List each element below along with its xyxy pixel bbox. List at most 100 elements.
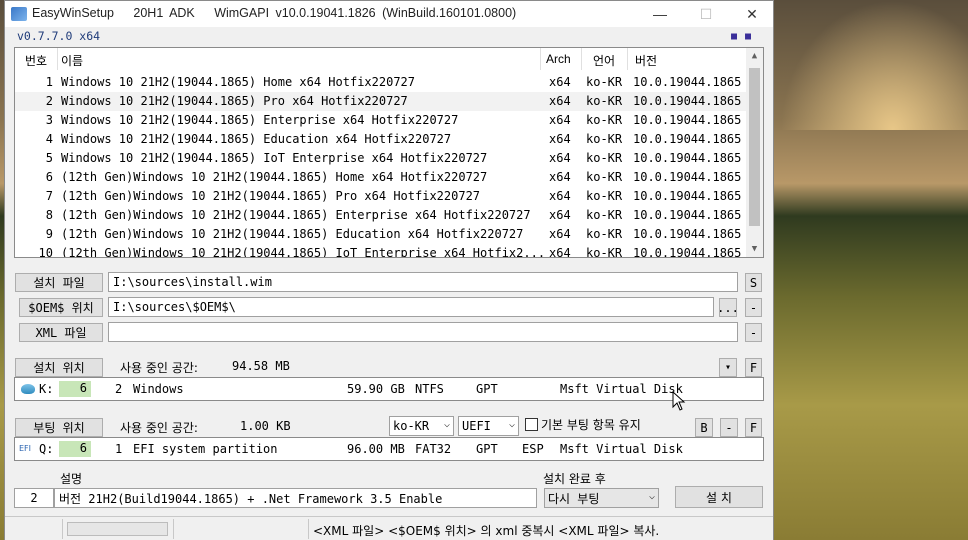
row-language: ko-KR	[586, 151, 623, 165]
header-lang[interactable]: 언어	[593, 52, 615, 69]
app-icon	[11, 7, 27, 21]
boot-b-button[interactable]: B	[695, 418, 713, 437]
row-language: ko-KR	[586, 246, 623, 258]
row-name: (12th Gen)Windows 10 21H2(19044.1865) Ed…	[61, 227, 524, 241]
table-row[interactable]: 10 (12th Gen)Windows 10 21H2(19044.1865) …	[15, 244, 747, 258]
row-name: (12th Gen)Windows 10 21H2(19044.1865) Pr…	[61, 189, 481, 203]
efi-partition-icon: EFI	[19, 444, 32, 453]
install-file-button[interactable]: 설치 파일	[15, 273, 103, 292]
after-install-select[interactable]: 다시 부팅 ⌵	[544, 488, 659, 508]
xml-file-input[interactable]	[108, 322, 738, 342]
boot-f-button[interactable]: F	[745, 418, 762, 437]
oem-location-input[interactable]: I:\sources\$OEM$\	[108, 297, 714, 317]
minimize-button[interactable]: —	[637, 1, 683, 27]
xml-remove-button[interactable]: -	[745, 323, 762, 342]
install-f-button[interactable]: F	[745, 358, 762, 377]
row-version: 10.0.19044.1865	[633, 246, 742, 258]
oem-remove-button[interactable]: -	[745, 298, 762, 317]
boot-drive-disk-number: 6	[59, 441, 91, 457]
header-name[interactable]: 이름	[61, 52, 83, 69]
s-button[interactable]: S	[745, 273, 762, 292]
list-header: 번호 이름 Arch 언어 버전	[15, 48, 747, 70]
drive-size: 59.90 GB	[347, 382, 405, 396]
scroll-up-icon[interactable]: ▲	[746, 48, 763, 64]
row-number: 8	[45, 208, 53, 222]
row-arch: x64	[549, 208, 571, 222]
row-arch: x64	[549, 151, 571, 165]
row-arch: x64	[549, 132, 571, 146]
row-number: 9	[45, 227, 53, 241]
drive-partition-number: 2	[115, 382, 123, 396]
boot-mode-select[interactable]: UEFI ⌵	[458, 416, 519, 436]
drive-disk-number: 6	[59, 381, 91, 397]
boot-drive-label: EFI system partition	[133, 442, 278, 456]
row-arch: x64	[549, 189, 571, 203]
boot-used-space-value: 1.00 KB	[240, 419, 291, 433]
row-version: 10.0.19044.1865	[633, 189, 742, 203]
row-language: ko-KR	[586, 189, 623, 203]
table-row[interactable]: 6 (12th Gen)Windows 10 21H2(19044.1865) H…	[15, 168, 747, 187]
install-drive-row[interactable]: K: 6 2 Windows 59.90 GB NTFS GPT Msft Vi…	[14, 377, 764, 401]
install-location-button[interactable]: 설치 위치	[15, 358, 103, 377]
row-arch: x64	[549, 113, 571, 127]
row-language: ko-KR	[586, 170, 623, 184]
row-name: (12th Gen)Windows 10 21H2(19044.1865) Ho…	[61, 170, 488, 184]
install-used-space-value: 94.58 MB	[232, 359, 290, 373]
menu-dots-icon[interactable]: ■■	[731, 31, 759, 42]
install-dropdown-button[interactable]: ▾	[719, 358, 737, 377]
window-title: EasyWinSetup 20H1 ADK WimGAPI v10.0.1904…	[32, 6, 517, 20]
table-row[interactable]: 9 (12th Gen)Windows 10 21H2(19044.1865) E…	[15, 225, 747, 244]
header-no[interactable]: 번호	[25, 52, 47, 69]
boot-remove-button[interactable]: -	[720, 418, 738, 437]
default-boot-checkbox[interactable]	[525, 418, 538, 431]
table-row[interactable]: 8 (12th Gen)Windows 10 21H2(19044.1865) E…	[15, 206, 747, 225]
install-used-space-label: 사용 중인 공간:	[120, 361, 198, 375]
table-row[interactable]: 1 Windows 10 21H2(19044.1865) Home x64 Ho…	[15, 73, 747, 92]
boot-drive-row[interactable]: EFI Q: 6 1 EFI system partition 96.00 MB…	[14, 437, 764, 461]
boot-drive-size: 96.00 MB	[347, 442, 405, 456]
boot-language-select[interactable]: ko-KR ⌵	[389, 416, 454, 436]
description-field[interactable]: 버전 21H2(Build19044.1865) + .Net Framewor…	[54, 488, 537, 508]
boot-location-button[interactable]: 부팅 위치	[15, 418, 103, 437]
after-install-value: 다시 부팅	[548, 491, 600, 506]
boot-mode-value: UEFI	[462, 419, 491, 433]
progress-bar	[67, 522, 168, 536]
header-version[interactable]: 버전	[635, 52, 657, 69]
mouse-cursor-icon	[672, 391, 686, 411]
image-list[interactable]: 번호 이름 Arch 언어 버전 1 Windows 10 21H2(19044.…	[14, 47, 764, 258]
row-version: 10.0.19044.1865	[633, 170, 742, 184]
description-label: 설명	[60, 472, 83, 486]
drive-letter: K:	[39, 382, 54, 396]
install-button[interactable]: 설 치	[675, 486, 763, 508]
title-bar[interactable]: EasyWinSetup 20H1 ADK WimGAPI v10.0.1904…	[5, 1, 773, 27]
boot-drive-partition-style: GPT	[476, 442, 498, 456]
row-name: Windows 10 21H2(19044.1865) Enterprise x…	[61, 113, 459, 127]
table-row[interactable]: 5 Windows 10 21H2(19044.1865) IoT Enterpr…	[15, 149, 747, 168]
row-name: Windows 10 21H2(19044.1865) IoT Enterpri…	[61, 151, 488, 165]
scroll-thumb[interactable]	[749, 68, 760, 226]
table-row[interactable]: 2 Windows 10 21H2(19044.1865) Pro x64 Hot…	[15, 92, 747, 111]
drive-partition-style: GPT	[476, 382, 498, 396]
table-row[interactable]: 4 Windows 10 21H2(19044.1865) Education x…	[15, 130, 747, 149]
scroll-down-icon[interactable]: ▼	[746, 241, 763, 257]
close-button[interactable]: ✕	[729, 1, 775, 27]
status-bar: <XML 파일> <$OEM$ 위치> 의 xml 중복시 <XML 파일> 복…	[5, 516, 773, 540]
table-row[interactable]: 7 (12th Gen)Windows 10 21H2(19044.1865) P…	[15, 187, 747, 206]
header-arch[interactable]: Arch	[546, 52, 571, 66]
row-arch: x64	[549, 94, 571, 108]
maximize-icon: ☐	[699, 5, 713, 22]
status-message: <XML 파일> <$OEM$ 위치> 의 xml 중복시 <XML 파일> 복…	[313, 524, 660, 538]
row-number: 6	[45, 170, 53, 184]
row-version: 10.0.19044.1865	[633, 227, 742, 241]
row-language: ko-KR	[586, 132, 623, 146]
list-scrollbar[interactable]: ▲ ▼	[746, 48, 763, 257]
boot-language-value: ko-KR	[393, 419, 430, 433]
oem-browse-button[interactable]: ...	[717, 298, 739, 317]
xml-file-button[interactable]: XML 파일	[19, 323, 103, 342]
row-number: 1	[45, 75, 53, 89]
version-label: v0.7.7.0 x64	[17, 29, 101, 43]
oem-location-button[interactable]: $OEM$ 위치	[19, 298, 103, 317]
table-row[interactable]: 3 Windows 10 21H2(19044.1865) Enterprise …	[15, 111, 747, 130]
maximize-button[interactable]: ☐	[683, 1, 729, 27]
install-file-input[interactable]: I:\sources\install.wim	[108, 272, 738, 292]
